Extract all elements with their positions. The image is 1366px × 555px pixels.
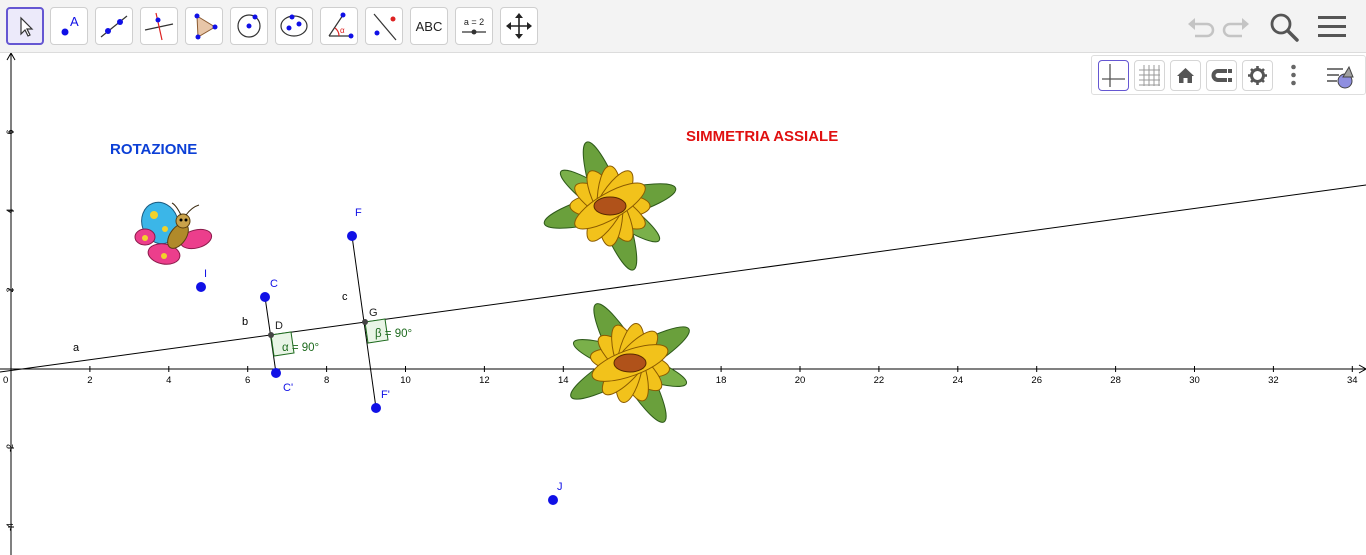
settings-button[interactable]	[1242, 60, 1273, 91]
x-tick-label: 0	[3, 375, 8, 386]
reflect-icon	[373, 13, 397, 41]
point-i-label: I	[204, 268, 207, 280]
point-f[interactable]	[347, 231, 357, 241]
home-view-button[interactable]	[1170, 60, 1201, 91]
point-tool-button[interactable]: A	[50, 7, 88, 45]
x-tick-label: 10	[400, 375, 411, 386]
y-axis-ticks: 6 4 2 -2 -4	[5, 129, 15, 531]
x-tick-label: 20	[795, 375, 806, 386]
slider-tool-glyph: a = 2	[464, 17, 484, 27]
x-tick-label: 12	[479, 375, 490, 386]
x-tick-label: 6	[245, 375, 250, 386]
x-tick-label: 18	[716, 375, 727, 386]
menu-icon[interactable]	[1315, 10, 1349, 44]
angle-icon: α	[328, 12, 354, 39]
angle-beta-label: β = 90°	[375, 328, 412, 340]
perpendicular-line-icon	[144, 12, 174, 41]
circle-tool-button[interactable]	[230, 7, 268, 45]
segment-c-label: c	[342, 291, 348, 303]
x-tick-label: 14	[558, 375, 569, 386]
point-tool-glyph: A	[70, 14, 79, 29]
move-tool-button[interactable]	[6, 7, 44, 45]
toolbar: A α ABC a = 2	[0, 0, 1366, 53]
x-tick-label: 8	[324, 375, 329, 386]
angle-tool-button[interactable]: α	[320, 7, 358, 45]
axes-toggle-button[interactable]	[1098, 60, 1129, 91]
cursor-arrow-icon	[20, 16, 34, 37]
y-tick-label: 2	[5, 287, 15, 292]
angle-tool-glyph: α	[340, 26, 345, 35]
perpendicular-line-tool-button[interactable]	[140, 7, 178, 45]
point-c-prime-label: C'	[283, 382, 293, 394]
home-icon	[1177, 68, 1194, 83]
move-arrows-icon	[506, 13, 532, 39]
x-tick-label: 2	[87, 375, 92, 386]
point-i[interactable]	[196, 282, 206, 292]
axes-icon	[1102, 64, 1125, 87]
text-tool-button[interactable]: ABC	[410, 7, 448, 45]
graphics-canvas[interactable]: 0246810121416182022242628303234 642-2-4 …	[0, 53, 1366, 555]
point-f-prime-label: F'	[381, 389, 390, 401]
move-graphics-view-button[interactable]	[500, 7, 538, 45]
x-tick-label: 28	[1110, 375, 1121, 386]
redo-icon[interactable]	[1220, 10, 1254, 44]
rotation-title: ROTAZIONE	[110, 141, 197, 158]
x-tick-label: 30	[1189, 375, 1200, 386]
slider-icon: a = 2	[462, 17, 486, 35]
line-icon	[100, 15, 128, 38]
segment-b-label: b	[242, 316, 248, 328]
more-options-button[interactable]	[1278, 60, 1309, 91]
toggle-style-bar-button[interactable]	[1324, 60, 1355, 91]
x-tick-label: 4	[166, 375, 171, 386]
point-g-label: G	[369, 307, 378, 319]
point-capturing-button[interactable]	[1206, 60, 1237, 91]
grid-toggle-button[interactable]	[1134, 60, 1165, 91]
slider-tool-button[interactable]: a = 2	[455, 7, 493, 45]
x-tick-label: 26	[1031, 375, 1042, 386]
grid-icon	[1139, 65, 1160, 86]
magnet-icon	[1211, 69, 1232, 82]
line-a-label: a	[73, 342, 80, 354]
sunflower-image[interactable]	[541, 137, 680, 274]
style-bar-toggle-icon	[1327, 65, 1354, 89]
y-tick-label: 6	[5, 129, 15, 134]
sunflower-reflected-image[interactable]	[564, 297, 696, 429]
point-c[interactable]	[260, 292, 270, 302]
polygon-icon	[194, 13, 218, 40]
y-tick-label: -4	[5, 523, 15, 531]
x-tick-label: 34	[1347, 375, 1358, 386]
search-icon[interactable]	[1267, 10, 1301, 44]
point-j[interactable]	[548, 495, 558, 505]
symmetry-title: SIMMETRIA ASSIALE	[686, 128, 838, 145]
x-tick-label: 32	[1268, 375, 1279, 386]
angle-alpha-label: α = 90°	[282, 342, 319, 354]
point-icon: A	[61, 14, 79, 36]
point-c-label: C	[270, 278, 278, 290]
point-c-prime[interactable]	[271, 368, 281, 378]
butterfly-image[interactable]	[134, 197, 214, 267]
y-tick-label: -2	[5, 444, 15, 452]
circle-icon	[237, 14, 261, 38]
graphics-view[interactable]: 0246810121416182022242628303234 642-2-4 …	[0, 53, 1366, 555]
point-f-prime[interactable]	[371, 403, 381, 413]
polygon-tool-button[interactable]	[185, 7, 223, 45]
conic-tool-button[interactable]	[275, 7, 313, 45]
point-d[interactable]	[268, 332, 274, 338]
point-j-label: J	[557, 481, 563, 493]
style-bar	[1091, 55, 1366, 95]
reflect-tool-button[interactable]	[365, 7, 403, 45]
more-vertical-icon	[1291, 64, 1296, 86]
line-tool-button[interactable]	[95, 7, 133, 45]
gear-icon	[1248, 66, 1267, 85]
ellipse-icon	[280, 14, 308, 37]
point-g[interactable]	[362, 319, 368, 325]
point-f-label: F	[355, 207, 362, 219]
x-tick-label: 24	[953, 375, 964, 386]
y-tick-label: 4	[5, 208, 15, 213]
x-tick-label: 22	[874, 375, 885, 386]
undo-icon[interactable]	[1183, 10, 1217, 44]
text-tool-label: ABC	[415, 18, 443, 34]
point-d-label: D	[275, 320, 283, 332]
